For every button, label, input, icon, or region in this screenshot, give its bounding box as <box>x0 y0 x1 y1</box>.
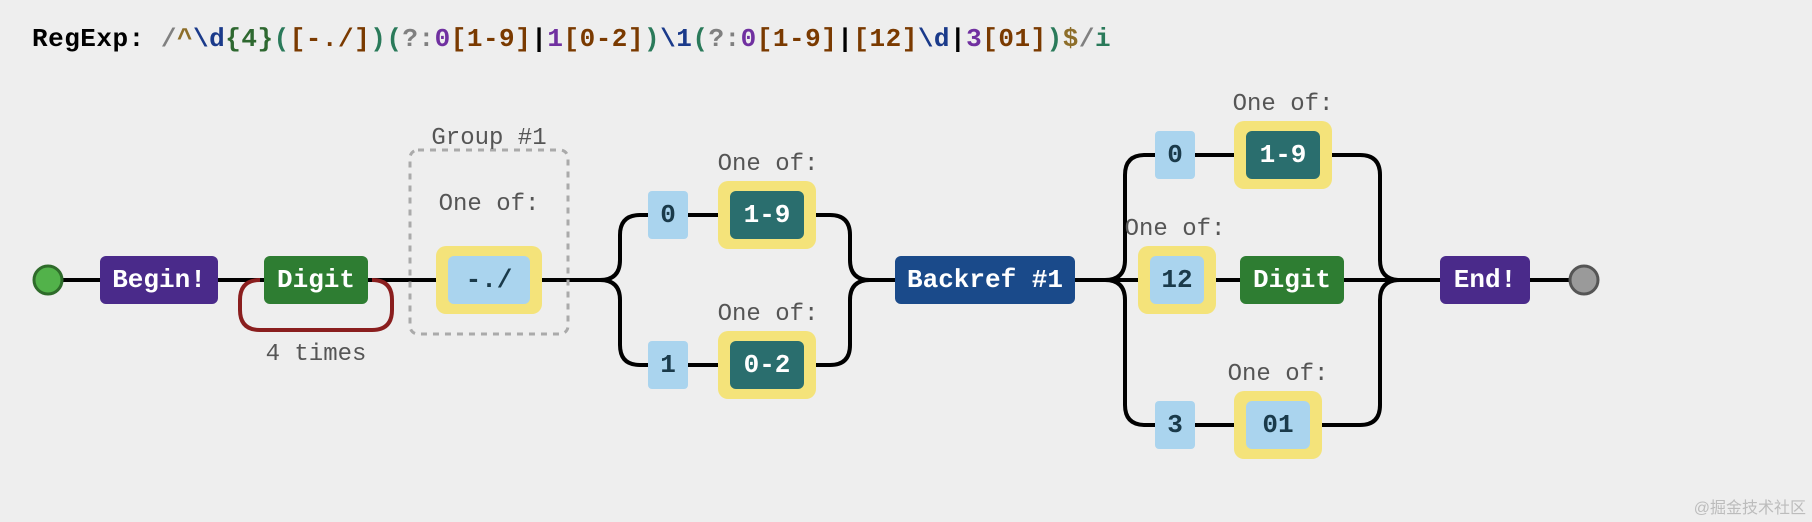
loop-label: 4 times <box>266 341 367 368</box>
oneof-a1-bot: One of: <box>718 301 819 328</box>
charset-12: 12 <box>1138 246 1216 314</box>
group-1-title: Group #1 <box>431 125 546 152</box>
regex-diagram: Begin! Digit 4 times Group #1 One of: -.… <box>0 0 1812 522</box>
literal-0-b: 0 <box>1155 131 1195 179</box>
svg-text:Digit: Digit <box>277 265 355 295</box>
literal-0-a: 0 <box>648 191 688 239</box>
digit-node-2: Digit <box>1240 256 1344 304</box>
literal-1-a: 1 <box>648 341 688 389</box>
begin-node: Begin! <box>100 256 218 304</box>
svg-text:Backref #1: Backref #1 <box>907 265 1063 295</box>
charset-0-2: 0-2 <box>718 331 816 399</box>
charset-group1: -./ <box>436 246 542 314</box>
svg-text:3: 3 <box>1167 410 1183 440</box>
end-terminal <box>1570 266 1598 294</box>
start-terminal <box>34 266 62 294</box>
svg-text:Digit: Digit <box>1253 265 1331 295</box>
group-1-oneof: One of: <box>439 191 540 218</box>
svg-text:End!: End! <box>1454 265 1516 295</box>
oneof-a2-bot: One of: <box>1228 361 1329 388</box>
svg-text:0-2: 0-2 <box>744 350 791 380</box>
oneof-a2-mid: One of: <box>1125 216 1226 243</box>
backref-node: Backref #1 <box>895 256 1075 304</box>
watermark: @掘金技术社区 <box>1694 494 1806 518</box>
svg-text:1-9: 1-9 <box>1260 140 1307 170</box>
svg-text:0: 0 <box>660 200 676 230</box>
svg-text:01: 01 <box>1262 410 1293 440</box>
charset-1-9-b: 1-9 <box>1234 121 1332 189</box>
literal-3: 3 <box>1155 401 1195 449</box>
svg-text:12: 12 <box>1161 265 1192 295</box>
svg-text:1-9: 1-9 <box>744 200 791 230</box>
oneof-a1-top: One of: <box>718 151 819 178</box>
svg-text:0: 0 <box>1167 140 1183 170</box>
charset-01: 01 <box>1234 391 1322 459</box>
digit-node: Digit <box>264 256 368 304</box>
charset-1-9-a: 1-9 <box>718 181 816 249</box>
svg-text:1: 1 <box>660 350 676 380</box>
svg-text:Begin!: Begin! <box>112 265 206 295</box>
end-node: End! <box>1440 256 1530 304</box>
oneof-a2-top: One of: <box>1233 91 1334 118</box>
svg-text:-./: -./ <box>466 265 513 295</box>
